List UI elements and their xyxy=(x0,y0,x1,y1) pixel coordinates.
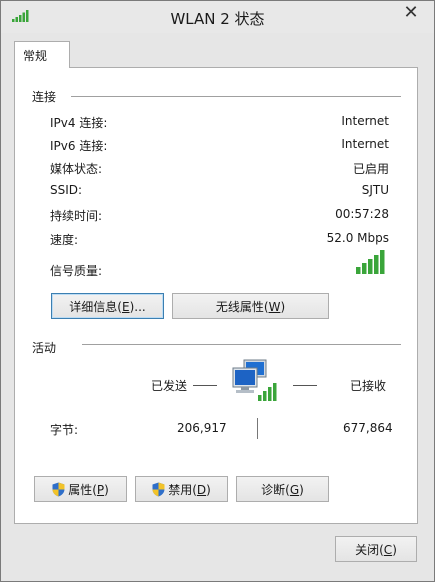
diagnose-button-suffix: ) xyxy=(299,483,304,497)
properties-button[interactable]: 属性(P) xyxy=(34,476,127,502)
bytes-label: 字节: xyxy=(50,423,79,437)
bytes-separator xyxy=(257,418,258,439)
speed-value: 52.0 Mbps xyxy=(326,231,389,245)
uac-shield-icon xyxy=(152,482,165,497)
window-title: WLAN 2 状态 xyxy=(170,10,265,28)
disable-button-text: 禁用( xyxy=(168,483,197,497)
signal-quality-icon xyxy=(356,250,385,274)
speed-label: 速度: xyxy=(50,233,79,247)
wireless-button-text: 无线属性( xyxy=(215,300,269,314)
wireless-button-mnemonic: W xyxy=(268,300,281,314)
title-close-button[interactable]: ✕ xyxy=(398,2,424,24)
details-button-mnemonic: E xyxy=(121,300,130,314)
close-button-suffix: ) xyxy=(392,543,397,557)
close-button-mnemonic: C xyxy=(383,543,393,557)
activity-divider xyxy=(82,344,401,345)
disable-button[interactable]: 禁用(D) xyxy=(135,476,228,502)
received-label: 已接收 xyxy=(350,379,387,393)
sent-dash xyxy=(193,385,217,386)
bytes-received-value: 677,864 xyxy=(343,421,393,435)
sent-label: 已发送 xyxy=(151,379,188,393)
properties-button-suffix: ) xyxy=(104,483,109,497)
properties-button-text: 属性( xyxy=(68,483,97,497)
media-state-value: 已启用 xyxy=(352,162,389,176)
ssid-label: SSID: xyxy=(50,183,83,197)
ssid-value: SJTU xyxy=(361,183,389,197)
received-dash xyxy=(293,385,317,386)
disable-button-mnemonic: D xyxy=(196,483,207,497)
details-button-text: 详细信息( xyxy=(69,300,122,314)
ipv6-value: Internet xyxy=(341,137,389,151)
close-button-text: 关闭( xyxy=(355,543,384,557)
tab-label: 常规 xyxy=(23,49,48,63)
close-button[interactable]: 关闭(C) xyxy=(335,536,417,562)
diagnose-button-mnemonic: G xyxy=(289,483,300,497)
ipv4-value: Internet xyxy=(341,114,389,128)
diagnose-button-text: 诊断( xyxy=(261,483,290,497)
title-bar[interactable]: WLAN 2 状态 ✕ xyxy=(1,1,434,33)
media-state-label: 媒体状态: xyxy=(50,162,103,176)
duration-value: 00:57:28 xyxy=(335,207,389,221)
network-computers-icon xyxy=(232,359,277,401)
signal-quality-label: 信号质量: xyxy=(50,264,103,278)
connection-divider xyxy=(71,96,401,97)
uac-shield-icon xyxy=(52,482,65,497)
bytes-sent-value: 206,917 xyxy=(177,421,227,435)
details-button[interactable]: 详细信息(E)... xyxy=(51,293,164,319)
connection-section-label: 连接 xyxy=(32,90,57,104)
diagnose-button[interactable]: 诊断(G) xyxy=(236,476,329,502)
wireless-properties-button[interactable]: 无线属性(W) xyxy=(172,293,329,319)
duration-label: 持续时间: xyxy=(50,209,103,223)
ipv6-label: IPv6 连接: xyxy=(50,139,108,153)
tab-general[interactable]: 常规 xyxy=(14,41,70,68)
disable-button-suffix: ) xyxy=(206,483,211,497)
dialog-window: WLAN 2 状态 ✕ 常规 连接 IPv4 连接: Internet IPv6… xyxy=(0,0,435,582)
activity-section-label: 活动 xyxy=(32,341,57,355)
ipv4-label: IPv4 连接: xyxy=(50,116,108,130)
wireless-button-suffix: ) xyxy=(280,300,286,314)
general-panel: 连接 IPv4 连接: Internet IPv6 连接: Internet 媒… xyxy=(14,67,418,524)
details-button-suffix: )... xyxy=(129,300,146,314)
